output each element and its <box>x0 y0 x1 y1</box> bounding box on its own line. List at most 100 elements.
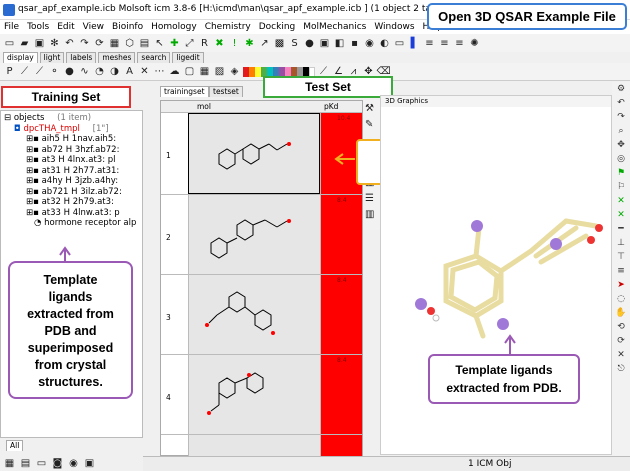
table-row[interactable]: 2 8.4 <box>161 195 362 275</box>
tree-row[interactable]: ⊞▪ ab721 H 3ilz.ab72: <box>4 187 142 198</box>
tree-objects[interactable]: ⊟ objects (1 item) <box>4 113 142 124</box>
molecule-cell[interactable] <box>188 275 320 354</box>
camera-icon[interactable]: ◙ <box>51 457 64 470</box>
screen-icon[interactable]: ▭ <box>393 37 406 50</box>
menu-bioinfo[interactable]: Bioinfo <box>112 20 143 34</box>
molecule-cell[interactable] <box>188 195 320 274</box>
wire-icon[interactable]: ⟋ <box>18 65 31 78</box>
as-icon[interactable]: ✕ <box>617 210 625 220</box>
visible-icon[interactable]: ◘ <box>14 124 21 134</box>
tab-meshes[interactable]: meshes <box>98 52 136 63</box>
flag2-icon[interactable]: ⚐ <box>617 182 625 192</box>
pick-icon[interactable]: ✚ <box>168 37 181 50</box>
column-header-mol[interactable]: mol <box>197 102 211 111</box>
settings-icon[interactable]: ⚙ <box>617 84 625 94</box>
color-palette[interactable] <box>243 66 315 77</box>
align-icon[interactable]: ≡ <box>423 37 436 50</box>
half-icon[interactable]: ◐ <box>378 37 391 50</box>
hbond-icon[interactable]: ⋯ <box>153 65 166 78</box>
zoom-icon[interactable]: ⌕ <box>618 126 623 136</box>
color-icon[interactable]: ◈ <box>228 65 241 78</box>
surface-icon[interactable]: ◔ <box>93 65 106 78</box>
measure-icon[interactable]: ⊥ <box>617 238 625 248</box>
center-icon[interactable]: ◎ <box>617 154 625 164</box>
sphere-icon[interactable]: ● <box>303 37 316 50</box>
open-folder-icon[interactable]: ▰ <box>18 37 31 50</box>
menu-docking[interactable]: Docking <box>259 20 296 34</box>
x-icon[interactable]: ✖ <box>213 37 226 50</box>
rotate-icon[interactable]: ⟲ <box>617 322 625 332</box>
s-icon[interactable]: S <box>288 37 301 50</box>
fog-icon[interactable]: ▩ <box>273 37 286 50</box>
table-icon[interactable]: ▤ <box>19 457 32 470</box>
list-icon[interactable]: ☰ <box>365 193 378 206</box>
refresh-icon[interactable]: ⟳ <box>93 37 106 50</box>
molecule-cell[interactable] <box>188 355 320 434</box>
menu-homology[interactable]: Homology <box>151 20 197 34</box>
align3-icon[interactable]: ≡ <box>453 37 466 50</box>
tree-row[interactable]: ⊞▪ at32 H 2h79.at3: <box>4 197 142 208</box>
measure3-icon[interactable]: ≡ <box>617 266 625 276</box>
expand-icon[interactable]: ⊟ <box>4 113 14 123</box>
layout-icon[interactable]: ▦ <box>3 457 16 470</box>
xstick-icon[interactable]: ✕ <box>138 65 151 78</box>
cpk-icon[interactable]: ● <box>63 65 76 78</box>
cloud-icon[interactable]: ☁ <box>168 65 181 78</box>
bar-icon[interactable]: ▌ <box>408 37 421 50</box>
menu-windows[interactable]: Windows <box>374 20 414 34</box>
measure2-icon[interactable]: ⊤ <box>617 252 625 262</box>
tab-labels[interactable]: labels <box>66 52 97 63</box>
menu-molmechanics[interactable]: MolMechanics <box>303 20 366 34</box>
tab-all[interactable]: All <box>6 440 24 451</box>
ph-icon[interactable]: P <box>3 65 16 78</box>
tab-light[interactable]: light <box>39 52 65 63</box>
flag-icon[interactable]: ⚑ <box>617 168 625 178</box>
tab-ligedit[interactable]: ligedit <box>172 52 204 63</box>
chem-icon[interactable]: ⬡ <box>123 37 136 50</box>
tree-row[interactable]: ⊞▪ at3 H 4lnx.at3: pl <box>4 155 142 166</box>
tab-display[interactable]: display <box>3 52 38 63</box>
star-icon[interactable]: ✱ <box>243 37 256 50</box>
align2-icon[interactable]: ≡ <box>438 37 451 50</box>
forward-icon[interactable]: ↷ <box>617 112 625 122</box>
pdb-icon[interactable]: ▦ <box>108 37 121 50</box>
pkd-cell[interactable] <box>320 355 362 434</box>
back-icon[interactable]: ↶ <box>617 98 625 108</box>
menu-view[interactable]: View <box>83 20 104 34</box>
fill-icon[interactable]: ▨ <box>213 65 226 78</box>
r-icon[interactable]: R <box>198 37 211 50</box>
tree-row[interactable]: ⊞▪ aih5 H 1nav.aih5: <box>4 134 142 145</box>
pan-icon[interactable]: ✥ <box>617 140 625 150</box>
tab-search[interactable]: search <box>137 52 171 63</box>
doc-icon[interactable]: ▭ <box>35 457 48 470</box>
rotate-icon[interactable]: ⤢ <box>183 37 196 50</box>
stick-icon[interactable]: ⟋ <box>33 65 46 78</box>
menu-edit[interactable]: Edit <box>57 20 74 34</box>
molecule-cell[interactable] <box>188 435 320 456</box>
molecule-cell[interactable] <box>188 113 320 194</box>
cursor-icon[interactable]: ↖ <box>153 37 166 50</box>
tree-row[interactable]: ⊞▪ at31 H 2h77.at31: <box>4 166 142 177</box>
tab-testset[interactable]: testset <box>209 86 243 97</box>
tree-row[interactable]: ⊞▪ a4hy H 3jzb.a4hy: <box>4 176 142 187</box>
box-icon[interactable]: ▣ <box>318 37 331 50</box>
tab-trainingset[interactable]: trainingset <box>160 86 209 97</box>
tree-row-extra[interactable]: ◔ hormone receptor alp <box>4 218 142 229</box>
menu-file[interactable]: File <box>4 20 19 34</box>
chart-icon[interactable]: ▥ <box>365 209 378 222</box>
undo-icon[interactable]: ↶ <box>63 37 76 50</box>
table-row[interactable]: 1 10.4 <box>161 113 362 195</box>
column-header-pkd[interactable]: pKd <box>324 102 338 111</box>
esc-icon[interactable]: ⎋ <box>617 364 624 374</box>
ribbon-icon[interactable]: ∿ <box>78 65 91 78</box>
pencil-icon[interactable]: ✎ <box>365 119 378 132</box>
print-icon[interactable]: ▤ <box>138 37 151 50</box>
hq-icon[interactable]: ▪ <box>348 37 361 50</box>
stereo-icon[interactable]: ◉ <box>363 37 376 50</box>
label-icon[interactable]: A <box>123 65 136 78</box>
table-row[interactable]: 3 8.4 <box>161 275 362 355</box>
ball-icon[interactable]: ⚬ <box>48 65 61 78</box>
pkd-cell[interactable] <box>320 435 362 456</box>
pkd-cell[interactable] <box>320 275 362 354</box>
gear-icon[interactable]: ✻ <box>48 37 61 50</box>
